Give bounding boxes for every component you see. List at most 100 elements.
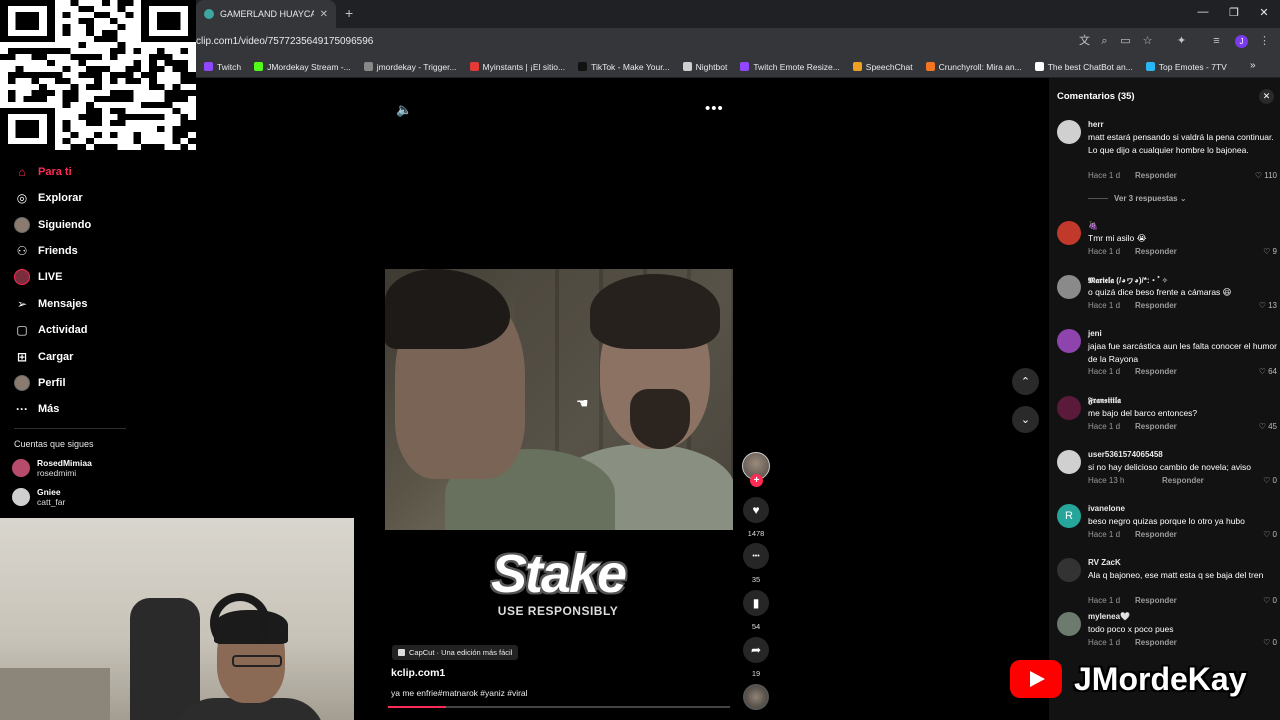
comment-like-button[interactable]: ♡ 0 (1263, 476, 1277, 485)
bookmark-item[interactable]: Myinstants | ¡El sitio... (469, 62, 565, 72)
menu-kebab-icon[interactable]: ⋮ (1258, 35, 1271, 48)
heart-outline-icon: ♡ (1263, 529, 1271, 539)
comment-like-button[interactable]: ♡ 45 (1259, 422, 1277, 431)
reply-button[interactable]: Responder (1135, 171, 1177, 180)
new-tab-button[interactable]: + (345, 5, 353, 21)
next-video-button[interactable]: ⌄ (1012, 406, 1039, 433)
share-icon: ➦ (750, 643, 762, 657)
comment-avatar[interactable] (1057, 120, 1081, 144)
comment-like-button[interactable]: ♡ 0 (1263, 530, 1277, 539)
comment-avatar[interactable] (1057, 612, 1081, 636)
reply-button[interactable]: Responder (1135, 638, 1177, 647)
comment-like-button[interactable]: ♡ 0 (1263, 638, 1277, 647)
music-disc-icon[interactable] (743, 684, 769, 710)
sidebar-item-perfil[interactable]: Perfil (14, 373, 124, 393)
comment-username[interactable]: 𝕸𝖆𝖗𝖎𝖊𝖑𝖆 (/◕ヮ◕)/*:・ﾟ✧ (1088, 275, 1168, 286)
comment-username[interactable]: 🍇 (1088, 221, 1098, 230)
video-more-icon[interactable]: ••• (705, 100, 724, 117)
view-replies-label: Ver 3 respuestas (1114, 194, 1178, 203)
reply-button[interactable]: Responder (1135, 301, 1177, 310)
tab-close-icon[interactable]: ✕ (320, 9, 328, 20)
close-window-button[interactable]: ✕ (1257, 6, 1271, 19)
sidebar-item-friends[interactable]: ⚇ Friends (14, 241, 124, 261)
following-account[interactable]: RosedMimiaa rosedmimi (12, 458, 92, 478)
reply-button[interactable]: Responder (1135, 422, 1177, 431)
bookmark-item[interactable]: Nightbot (682, 62, 727, 72)
zoom-icon[interactable]: ⌕ (1098, 35, 1111, 48)
view-replies-link[interactable]: Ver 3 respuestas ⌄ (1088, 194, 1187, 203)
bookmark-item[interactable]: Top Emotes - 7TV (1145, 62, 1227, 72)
comment-username[interactable]: 𝕱𝖗𝖆𝖓𝖘𝖎𝖎𝖎𝖑𝖆 (1088, 396, 1121, 406)
following-account[interactable]: Gniee catt_far (12, 487, 65, 507)
reply-button[interactable]: Responder (1135, 367, 1177, 376)
translate-icon[interactable]: 文 (1078, 35, 1091, 48)
sidebar-item-mensajes[interactable]: ➢ Mensajes (14, 294, 124, 314)
extensions-icon[interactable]: ✦ (1175, 35, 1188, 48)
bookmarks-overflow-icon[interactable]: » (1250, 60, 1256, 71)
comment-time: Hace 1 d (1088, 170, 1121, 180)
comment-username[interactable]: RV ZacK (1088, 558, 1121, 567)
previous-video-button[interactable]: ⌃ (1012, 368, 1039, 395)
comment-like-button[interactable]: ♡ 110 (1255, 171, 1277, 180)
comment-username[interactable]: user5361574065458 (1088, 450, 1163, 459)
minimize-button[interactable]: — (1196, 6, 1210, 18)
restore-button[interactable]: ❐ (1227, 6, 1241, 19)
reply-button[interactable]: Responder (1162, 476, 1204, 485)
sidebar-item-más[interactable]: ··· Más (14, 399, 124, 419)
sidebar-item-actividad[interactable]: ▢ Actividad (14, 320, 124, 340)
bookmark-item[interactable]: jmordekay - Trigger... (363, 62, 457, 72)
sidebar-item-live[interactable]: LIVE (14, 267, 124, 287)
comment-like-button[interactable]: ♡ 0 (1263, 596, 1277, 605)
comment-avatar[interactable] (1057, 558, 1081, 582)
comment-avatar[interactable]: R (1057, 504, 1081, 528)
bookmark-item[interactable]: Twitch (204, 62, 241, 72)
like-button[interactable]: ♥ (743, 497, 769, 523)
follow-button[interactable]: + (750, 474, 763, 487)
comment-username[interactable]: jeni (1088, 329, 1102, 338)
bookmark-item[interactable]: Twitch Emote Resize... (740, 62, 840, 72)
cast-icon[interactable]: ▭ (1119, 35, 1132, 48)
bookmark-favicon-icon (578, 62, 588, 71)
reply-button[interactable]: Responder (1135, 596, 1177, 605)
sidebar-item-cargar[interactable]: ⊞ Cargar (14, 347, 124, 367)
video-progress-bar[interactable] (388, 706, 730, 708)
volume-icon[interactable]: 🔈 (396, 102, 412, 118)
save-button[interactable]: ▮ (743, 590, 769, 616)
video-player[interactable] (385, 269, 733, 530)
comment-avatar[interactable] (1057, 450, 1081, 474)
comment-button[interactable]: ••• (743, 543, 769, 569)
bookmark-item[interactable]: TikTok - Make Your... (578, 62, 670, 72)
comment-text: si no hay delicioso cambio de novela; av… (1088, 462, 1252, 472)
profile-avatar[interactable]: J (1235, 35, 1248, 48)
bookmark-favicon-icon (469, 62, 479, 71)
comment-like-button[interactable]: ♡ 13 (1259, 301, 1277, 310)
capcut-badge[interactable]: CapCut · Una edición más fácil (392, 645, 519, 660)
reply-button[interactable]: Responder (1135, 530, 1177, 539)
comment-like-button[interactable]: ♡ 9 (1263, 247, 1277, 256)
video-author[interactable]: kclip.com1 (391, 667, 445, 679)
comment-username[interactable]: ivanelone (1088, 504, 1125, 513)
bookmark-item[interactable]: SpeechChat (852, 62, 913, 72)
comment-avatar[interactable] (1057, 221, 1081, 245)
reply-button[interactable]: Responder (1135, 247, 1177, 256)
share-button[interactable]: ➦ (743, 637, 769, 663)
url-field[interactable]: clip.com1/video/7577235649175096596 (196, 36, 373, 47)
browser-tab[interactable]: GAMERLAND HUAYCAN - Goog ✕ (196, 0, 336, 28)
comment-username[interactable]: mylenea🤍 (1088, 612, 1130, 621)
comment-avatar[interactable] (1057, 396, 1081, 420)
close-comments-icon[interactable]: ✕ (1259, 89, 1274, 104)
bookmark-star-icon[interactable]: ☆ (1141, 35, 1154, 48)
comment-avatar[interactable] (1057, 275, 1081, 299)
sidebar-item-explorar[interactable]: ◎ Explorar (14, 188, 124, 208)
reading-list-icon[interactable]: ≡ (1210, 35, 1223, 48)
sidebar-item-label: Para ti (38, 166, 72, 178)
heart-outline-icon: ♡ (1254, 170, 1262, 180)
sidebar-item-siguiendo[interactable]: Siguiendo (14, 215, 124, 235)
sidebar-item-para-ti[interactable]: ⌂ Para ti (14, 162, 124, 182)
comment-username[interactable]: herr (1088, 120, 1104, 129)
comment-avatar[interactable] (1057, 329, 1081, 353)
bookmark-item[interactable]: JMordekay Stream -... (254, 62, 351, 72)
bookmark-item[interactable]: Crunchyroll: Mira an... (925, 62, 1022, 72)
comment-like-button[interactable]: ♡ 64 (1259, 367, 1277, 376)
bookmark-item[interactable]: The best ChatBot an... (1034, 62, 1133, 72)
